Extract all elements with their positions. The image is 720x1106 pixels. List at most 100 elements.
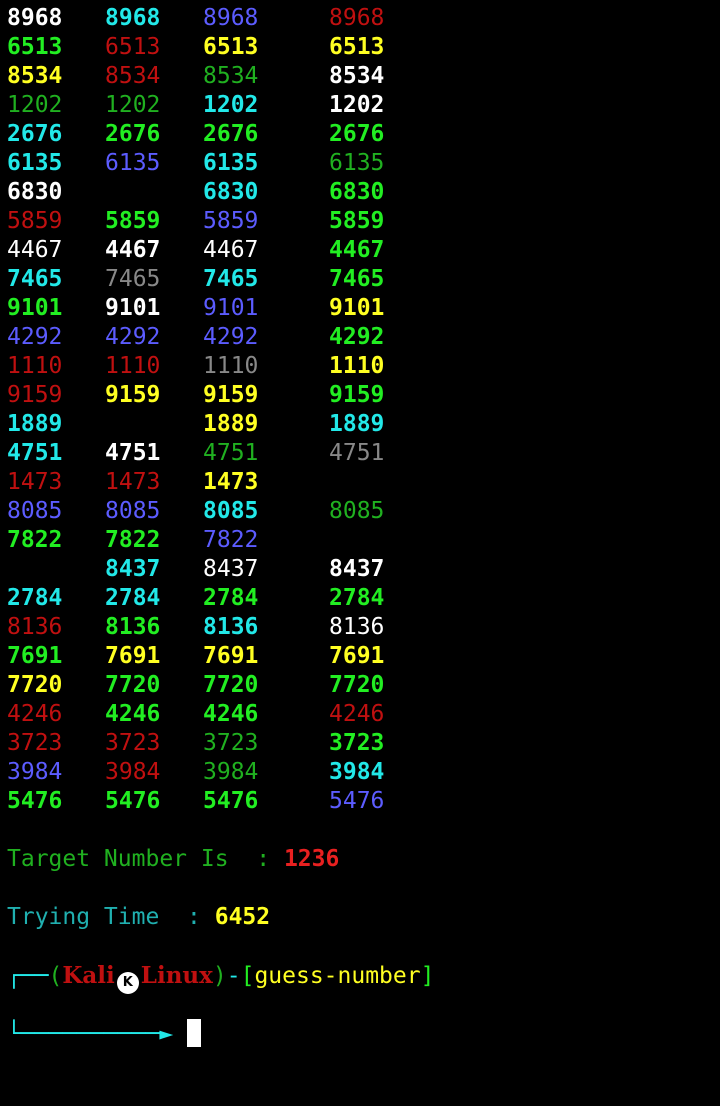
prompt-arrow-icon: └──────────► bbox=[7, 1021, 174, 1047]
number-row: 8085 8085 8085 8085 bbox=[0, 497, 720, 526]
number-cell: 3984 bbox=[105, 759, 161, 785]
number-cell: 1889 bbox=[7, 411, 63, 437]
number-cell: 2784 bbox=[7, 585, 63, 611]
number-row: 7720 7720 7720 7720 bbox=[0, 671, 720, 700]
number-row: 1889 1889 1889 bbox=[0, 410, 720, 439]
number-cell: 6830 bbox=[329, 179, 385, 205]
number-cell: 8534 bbox=[105, 63, 161, 89]
number-cell: 2676 bbox=[203, 121, 259, 147]
number-cell: 1202 bbox=[7, 92, 63, 118]
number-cell: 5476 bbox=[203, 788, 259, 814]
number-cell: 3723 bbox=[203, 730, 259, 756]
number-cell: 3723 bbox=[7, 730, 63, 756]
number-cell: 1889 bbox=[329, 411, 385, 437]
number-cell: 8968 bbox=[7, 5, 63, 31]
number-cell: 1202 bbox=[203, 92, 259, 118]
number-cell: 4246 bbox=[329, 701, 385, 727]
number-cell: 9101 bbox=[105, 295, 161, 321]
number-cell: 1110 bbox=[7, 353, 63, 379]
number-row: 7822 7822 7822 bbox=[0, 526, 720, 555]
number-cell: 8136 bbox=[105, 614, 161, 640]
number-cell: 7822 bbox=[105, 527, 161, 553]
target-value: 1236 bbox=[283, 846, 340, 872]
number-cell: 8534 bbox=[7, 63, 63, 89]
number-cell: 5859 bbox=[329, 208, 385, 234]
number-cell: 6513 bbox=[7, 34, 63, 60]
number-cell: 5476 bbox=[105, 788, 161, 814]
number-cell: 6513 bbox=[329, 34, 385, 60]
number-cell: 8968 bbox=[329, 5, 385, 31]
number-cell: 3723 bbox=[105, 730, 161, 756]
number-cell: 8534 bbox=[329, 63, 385, 89]
number-cell: 7691 bbox=[203, 643, 259, 669]
number-cell: 5476 bbox=[7, 788, 63, 814]
number-cell: 2676 bbox=[329, 121, 385, 147]
number-cell: 2784 bbox=[105, 585, 161, 611]
number-cell: 2676 bbox=[105, 121, 161, 147]
number-cell: 6135 bbox=[203, 150, 259, 176]
number-cell: 5859 bbox=[7, 208, 63, 234]
number-cell: 1473 bbox=[105, 469, 161, 495]
number-cell: 4292 bbox=[7, 324, 63, 350]
close-paren: ) bbox=[212, 963, 227, 989]
number-row: 8136 8136 8136 8136 bbox=[0, 613, 720, 642]
number-cell: 4467 bbox=[7, 237, 63, 263]
number-cell: 6135 bbox=[105, 150, 161, 176]
close-bracket: ] bbox=[420, 963, 435, 989]
number-row: 4751 4751 4751 4751 bbox=[0, 439, 720, 468]
number-cell: 2676 bbox=[7, 121, 63, 147]
number-row: 3984 3984 3984 3984 bbox=[0, 758, 720, 787]
number-cell: 2784 bbox=[329, 585, 385, 611]
number-cell: 9159 bbox=[203, 382, 259, 408]
number-cell: 4246 bbox=[203, 701, 259, 727]
number-row: 7465 7465 7465 7465 bbox=[0, 265, 720, 294]
number-cell: 5476 bbox=[329, 788, 385, 814]
number-cell: 4467 bbox=[105, 237, 161, 263]
number-row: 5476 5476 5476 5476 bbox=[0, 787, 720, 816]
target-line: Target Number Is : 1236 bbox=[0, 845, 720, 874]
number-cell: 8437 bbox=[105, 556, 161, 582]
number-cell: 9101 bbox=[7, 295, 63, 321]
number-cell: 1110 bbox=[105, 353, 161, 379]
target-label: Target Number Is : bbox=[7, 846, 284, 872]
number-cell: 4246 bbox=[7, 701, 63, 727]
text-cursor[interactable] bbox=[187, 1019, 202, 1047]
input-line[interactable]: └──────────► bbox=[0, 1019, 720, 1048]
number-row: 9159 9159 9159 9159 bbox=[0, 381, 720, 410]
number-cell: 4467 bbox=[329, 237, 385, 263]
open-bracket: [ bbox=[240, 963, 255, 989]
number-row: 8437 8437 8437 bbox=[0, 555, 720, 584]
number-cell: 8437 bbox=[203, 556, 259, 582]
trying-value: 6452 bbox=[214, 904, 271, 930]
number-cell: 4292 bbox=[105, 324, 161, 350]
number-row: 2784 2784 2784 2784 bbox=[0, 584, 720, 613]
number-cell: 1110 bbox=[203, 353, 259, 379]
number-cell: 8968 bbox=[105, 5, 161, 31]
number-cell: 4467 bbox=[203, 237, 259, 263]
number-cell: 7691 bbox=[7, 643, 63, 669]
number-row: 7691 7691 7691 7691 bbox=[0, 642, 720, 671]
number-cell: 9159 bbox=[105, 382, 161, 408]
number-row: 2676 2676 2676 2676 bbox=[0, 120, 720, 149]
number-cell: 7691 bbox=[329, 643, 385, 669]
number-cell: 6135 bbox=[329, 150, 385, 176]
number-row: 6830 6830 6830 bbox=[0, 178, 720, 207]
number-cell: 7465 bbox=[105, 266, 161, 292]
number-cell: 1202 bbox=[105, 92, 161, 118]
number-cell: 1473 bbox=[203, 469, 259, 495]
number-row: 8534 8534 8534 8534 bbox=[0, 62, 720, 91]
trying-label: Trying Time : bbox=[7, 904, 215, 930]
number-cell: 3984 bbox=[203, 759, 259, 785]
number-cell: 4751 bbox=[7, 440, 63, 466]
number-cell: 4751 bbox=[329, 440, 385, 466]
number-cell: 5859 bbox=[105, 208, 161, 234]
trying-line: Trying Time : 6452 bbox=[0, 903, 720, 932]
number-cell: 8968 bbox=[203, 5, 259, 31]
number-cell: 4751 bbox=[105, 440, 161, 466]
number-cell: 4751 bbox=[203, 440, 259, 466]
number-cell: 7465 bbox=[203, 266, 259, 292]
number-row: 6513 6513 6513 6513 bbox=[0, 33, 720, 62]
number-cell: 2784 bbox=[203, 585, 259, 611]
number-cell: 6513 bbox=[105, 34, 161, 60]
host-kali: Kali bbox=[62, 962, 115, 989]
